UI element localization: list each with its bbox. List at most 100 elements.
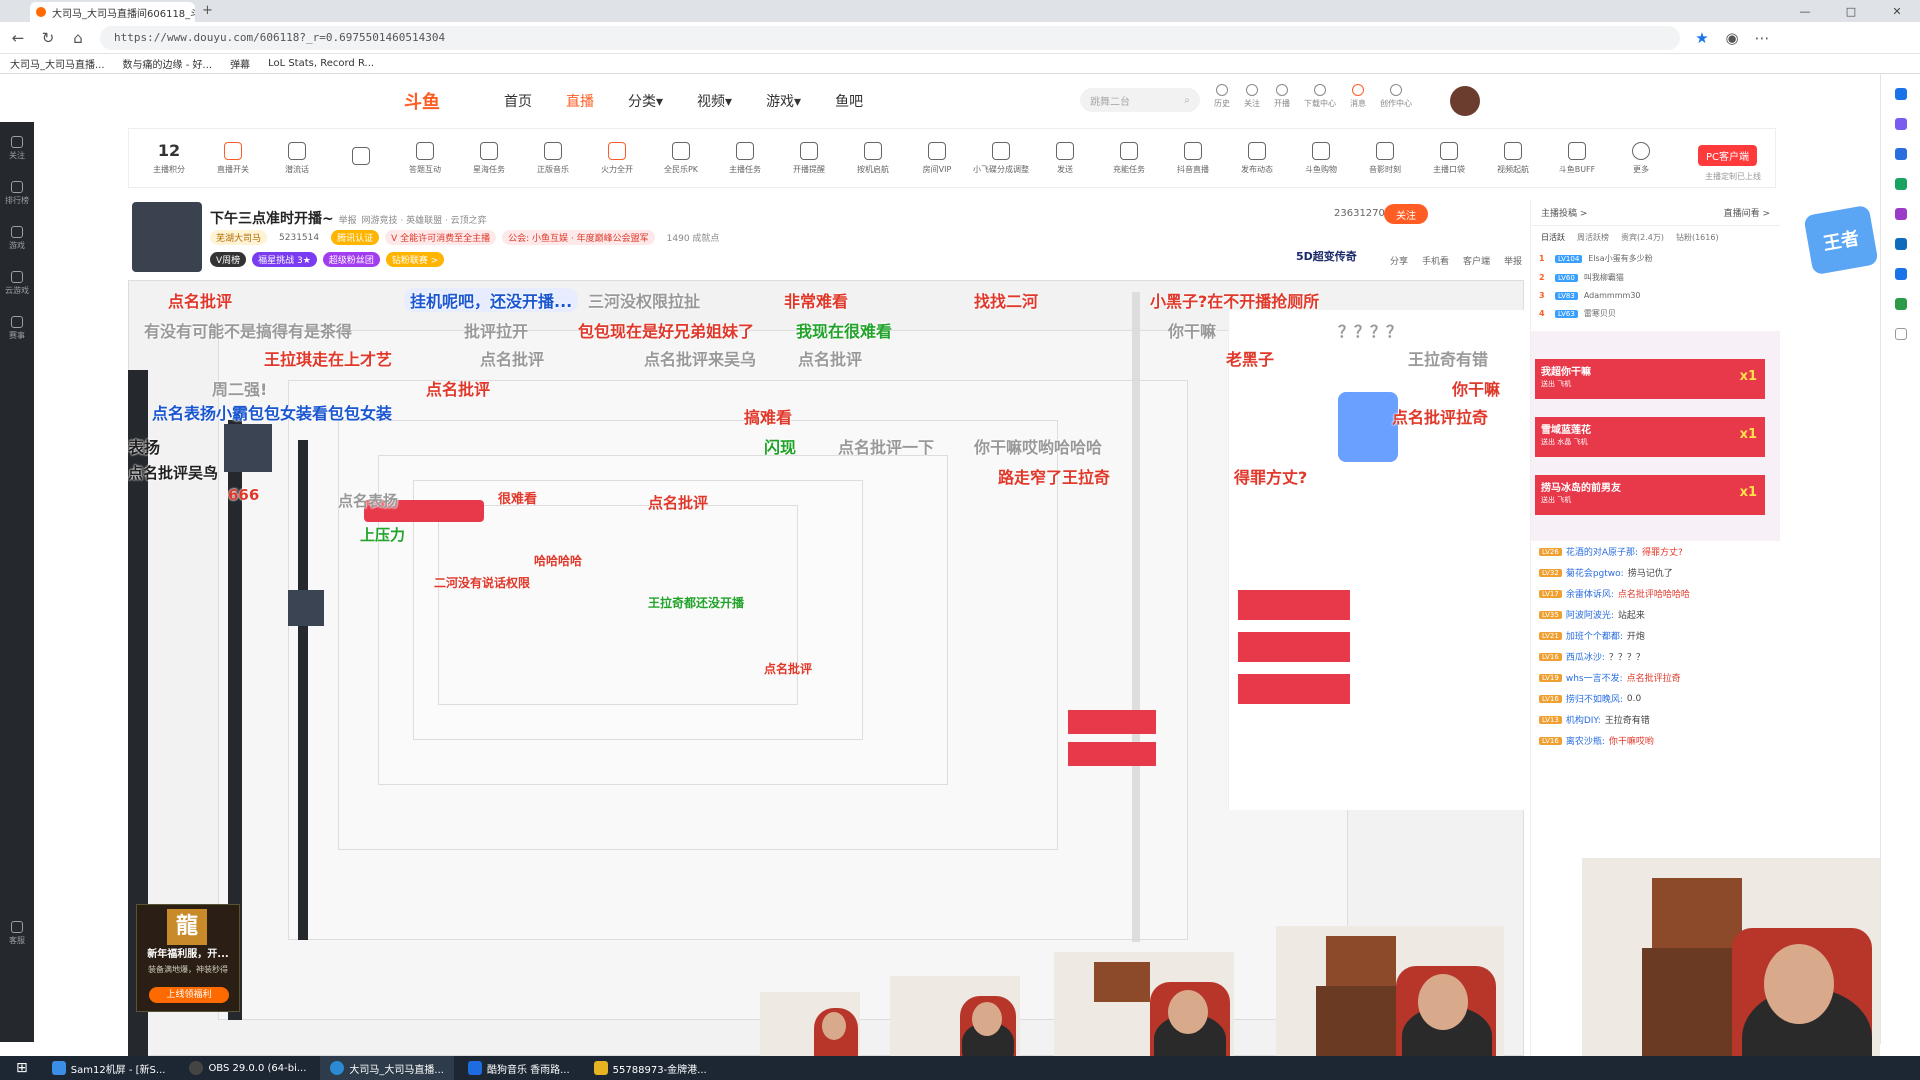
toolbar-item[interactable]: 按机启航 xyxy=(841,141,905,175)
games-icon[interactable] xyxy=(1894,208,1907,220)
browser-tab[interactable]: 大司马_大司马直播间606118_斗鱼 ✕ xyxy=(30,2,195,22)
taskbar-item[interactable]: 酷狗音乐 香雨路... xyxy=(458,1056,580,1080)
add-icon[interactable] xyxy=(1894,328,1907,340)
message-button[interactable]: 消息 xyxy=(1350,84,1366,109)
tab-diamond[interactable]: 钻粉(1616) xyxy=(1676,232,1719,243)
nav-category[interactable]: 分类▾ xyxy=(628,91,663,111)
chat-message[interactable]: LV21 加班个个都都: 开炮 xyxy=(1531,625,1780,646)
broadcast-button[interactable]: 开播 xyxy=(1274,84,1290,109)
toolbar-item[interactable]: 主播口袋 xyxy=(1417,141,1481,175)
toolbar-item[interactable]: 音影时刻 xyxy=(1353,141,1417,175)
sidebar-rank[interactable]: 排行榜 xyxy=(5,181,29,206)
toolbar-item[interactable]: 抖音直播 xyxy=(1161,141,1225,175)
rank-row[interactable]: 1 LV104 Elsa小蛋有多少粉 xyxy=(1531,249,1780,268)
history-button[interactable]: 历史 xyxy=(1214,84,1230,109)
new-tab-icon[interactable]: + xyxy=(202,3,213,18)
toolbar-item[interactable]: 正版音乐 xyxy=(521,141,585,175)
weekly-rank-tag[interactable]: V周榜 xyxy=(210,252,247,267)
chat-message[interactable]: LV32 菊花会pgtwo: 捞马记仇了 xyxy=(1531,562,1780,583)
nav-home[interactable]: 首页 xyxy=(504,91,532,111)
sidebar-follow[interactable]: 关注 xyxy=(9,136,25,161)
report-link[interactable]: 举报 xyxy=(339,216,357,226)
toolbar-item[interactable]: 星海任务 xyxy=(457,141,521,175)
toolbar-item[interactable]: 斗鱼BUFF xyxy=(1545,141,1609,175)
taskbar-item[interactable]: Sam12机屏 - [新S... xyxy=(42,1056,176,1080)
taskbar-item[interactable]: 55788973-金牌港... xyxy=(584,1056,717,1080)
pc-client-button[interactable]: PC客户端 xyxy=(1697,145,1757,166)
sidebar-events[interactable]: 赛事 xyxy=(9,316,25,341)
tools-icon[interactable] xyxy=(1894,178,1907,190)
toolbar-item[interactable]: 斗鱼购物 xyxy=(1289,141,1353,175)
taskbar-item[interactable]: OBS 29.0.0 (64-bi... xyxy=(179,1056,316,1080)
toolbar-item[interactable]: 潜流话 xyxy=(265,141,329,175)
toolbar-item[interactable]: 更多 xyxy=(1609,141,1673,175)
rank-row[interactable]: 2 LV60 叫我柳霸猫 xyxy=(1531,268,1780,287)
douyu-logo[interactable]: 斗鱼 xyxy=(404,88,440,114)
tab-weekly[interactable]: 周活跃榜 xyxy=(1577,232,1609,243)
mascot-sticker[interactable]: 王者 xyxy=(1803,204,1879,276)
toolbar-item[interactable]: 房间VIP xyxy=(905,141,969,175)
chat-message[interactable]: LV26 花酒的对A原子那: 得罪方丈? xyxy=(1531,541,1780,562)
star-icon[interactable]: ★ xyxy=(1694,29,1710,47)
toolbar-item[interactable]: 主播任务 xyxy=(713,141,777,175)
toolbar-item[interactable]: 答题互动 xyxy=(393,141,457,175)
tree-icon[interactable] xyxy=(1894,298,1907,310)
refresh-icon[interactable]: ↻ xyxy=(40,29,56,47)
sidebar-service[interactable]: 客服 xyxy=(9,921,25,946)
toolbar-item[interactable]: 全民乐PK xyxy=(649,141,713,175)
chat-message[interactable]: LV17 余雷体诉风: 点名批评哈哈哈哈 xyxy=(1531,583,1780,604)
url-input[interactable]: https://www.douyu.com/606118?_r=0.697550… xyxy=(100,25,1680,50)
toolbar-item[interactable]: 视频起航 xyxy=(1481,141,1545,175)
search-icon[interactable]: ⌕ xyxy=(1184,95,1190,106)
nav-yuba[interactable]: 鱼吧 xyxy=(835,91,863,111)
download-button[interactable]: 下载中心 xyxy=(1304,84,1336,109)
home-icon[interactable]: ⌂ xyxy=(70,29,86,47)
ad-cta-button[interactable]: 上线领福利 xyxy=(149,987,229,1003)
tab-watch[interactable]: 直播间看 > xyxy=(1724,206,1770,219)
fd-banner[interactable]: 5D超变传奇 xyxy=(1296,248,1357,264)
report-button[interactable]: 举报 xyxy=(1504,254,1522,267)
profile-icon[interactable]: ◉ xyxy=(1724,29,1740,47)
toolbar-item[interactable]: 发布动态 xyxy=(1225,141,1289,175)
nav-live[interactable]: 直播 xyxy=(566,91,594,111)
toolbar-item[interactable]: 发送 xyxy=(1033,141,1097,175)
toolbar-item[interactable] xyxy=(329,147,393,169)
shopping-icon[interactable] xyxy=(1894,148,1907,160)
game-ad[interactable]: 龍 新年福利服，开... 装备满地爆，神装秒得 上线领福利 xyxy=(136,904,240,1012)
user-avatar[interactable] xyxy=(1450,86,1480,116)
challenge-tag[interactable]: 福星挑战 3★ xyxy=(252,252,317,267)
toolbar-item[interactable]: 直播开关 xyxy=(201,141,265,175)
office-icon[interactable] xyxy=(1894,238,1907,250)
copilot-icon[interactable] xyxy=(1894,118,1907,130)
nav-video[interactable]: 视频▾ xyxy=(697,91,732,111)
tab-daily[interactable]: 日活跃 xyxy=(1541,232,1565,243)
streamer-name[interactable]: 芜湖大司马 xyxy=(210,230,268,245)
mobile-button[interactable]: 手机看 xyxy=(1422,254,1449,267)
follow-button-top[interactable]: 关注 xyxy=(1244,84,1260,109)
client-button[interactable]: 客户端 xyxy=(1463,254,1490,267)
outlook-icon[interactable] xyxy=(1894,268,1907,280)
toolbar-item[interactable]: 火力全开 xyxy=(585,141,649,175)
diamond-league-tag[interactable]: 钻粉联赛 > xyxy=(385,252,445,267)
follow-button[interactable]: 关注 xyxy=(1384,204,1428,224)
search-input[interactable]: 跳舞二台 ⌕ xyxy=(1080,88,1200,112)
minimize-button[interactable]: — xyxy=(1782,0,1828,22)
score-item[interactable]: 12 主播积分 xyxy=(137,141,201,175)
search-icon[interactable] xyxy=(1894,88,1907,100)
back-icon[interactable]: ← xyxy=(10,29,26,47)
sidebar-game[interactable]: 游戏 xyxy=(9,226,25,251)
toolbar-item[interactable]: 开播提醒 xyxy=(777,141,841,175)
maximize-button[interactable]: □ xyxy=(1828,0,1874,22)
menu-icon[interactable]: ⋯ xyxy=(1754,29,1770,47)
share-button[interactable]: 分享 xyxy=(1390,254,1408,267)
toolbar-item[interactable]: 小飞碟分成调整 xyxy=(969,141,1033,175)
close-window-button[interactable]: ✕ xyxy=(1874,0,1920,22)
toolbar-item[interactable]: 充能任务 xyxy=(1097,141,1161,175)
fan-club-tag[interactable]: 超级粉丝团 xyxy=(322,252,380,267)
chat-message[interactable]: LV16 离农沙瓶: 你干嘛哎哟 xyxy=(1531,730,1780,751)
category-breadcrumb[interactable]: 网游竞技 · 英雄联盟 · 云顶之弈 xyxy=(362,216,487,226)
bookmark-1[interactable]: 大司马_大司马直播... xyxy=(10,56,105,71)
bookmark-4[interactable]: LoL Stats, Record R... xyxy=(268,58,374,69)
creator-button[interactable]: 创作中心 xyxy=(1380,84,1412,109)
chat-message[interactable]: LV13 机构DIY: 王拉奇有错 xyxy=(1531,709,1780,730)
